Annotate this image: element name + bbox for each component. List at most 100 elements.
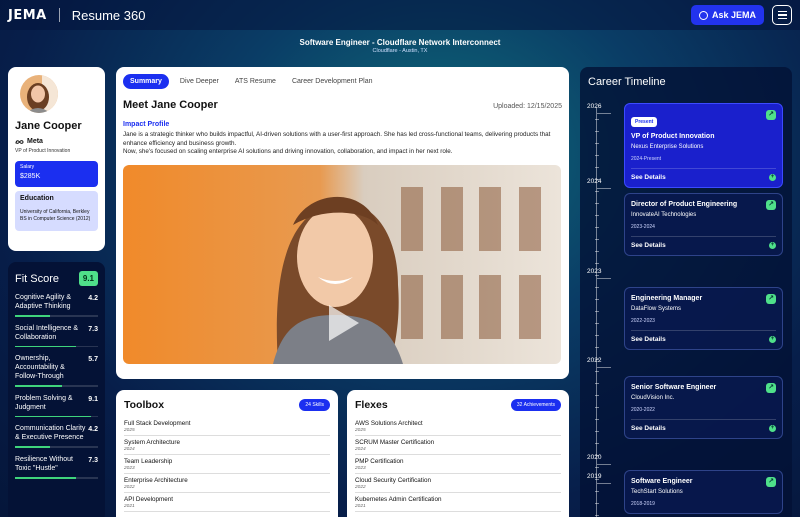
salary-label: Salary <box>20 164 35 170</box>
job-title: Software Engineer - Cloudflare Network I… <box>299 38 501 47</box>
skill-item: Enterprise Architecture 2022 <box>124 474 330 493</box>
education-box: Education University of California, Berk… <box>15 191 98 231</box>
fit-metric-bar <box>15 446 98 448</box>
achievement-item-name: PMP Certification <box>355 458 404 465</box>
timeline-card[interactable]: Present VP of Product Innovation Nexus Ent… <box>624 103 783 188</box>
timeline-tick <box>595 407 599 408</box>
timeline-card[interactable]: Software Engineer TechStart Solutions 2018… <box>624 470 783 514</box>
fit-metric-label: Social Intelligence & Collaboration <box>15 324 79 341</box>
achievement-item: SCRUM Master Certification 2024 <box>355 436 561 455</box>
arrow-up-right-icon[interactable]: ↗ <box>766 294 776 304</box>
present-badge: Present <box>631 117 658 127</box>
see-details-button[interactable]: See Details + <box>631 419 776 432</box>
arrow-up-right-icon[interactable]: ↗ <box>766 110 776 120</box>
company-name: Meta <box>27 138 43 145</box>
main-heading: Meet Jane Cooper <box>123 99 218 111</box>
timeline-tick <box>595 419 599 420</box>
timeline-tick <box>595 335 599 336</box>
see-details-label: See Details <box>631 425 666 432</box>
fit-metric-bar <box>15 415 98 418</box>
timeline-card-company: Nexus Enterprise Solutions <box>631 144 704 150</box>
fit-metric-label: Ownership, Accountability & Follow-Throu… <box>15 355 65 381</box>
intro-video[interactable] <box>123 164 561 364</box>
timeline-tick <box>595 203 599 204</box>
timeline-year: 2023 <box>587 268 612 279</box>
timeline-card-dates: 2023-2024 <box>631 224 655 230</box>
timeline-tick <box>595 131 599 132</box>
timeline-card[interactable]: Senior Software Engineer CloudVision Inc.… <box>624 376 783 439</box>
ask-jema-button[interactable]: Ask JEMA <box>690 5 764 25</box>
plus-icon: + <box>769 174 776 181</box>
achievements-count-badge[interactable]: 32 Achievements <box>510 399 561 411</box>
see-details-label: See Details <box>631 242 666 249</box>
tab-dive-deeper[interactable]: Dive Deeper <box>175 74 224 89</box>
see-details-label: See Details <box>631 336 666 343</box>
fit-score-badge: 9.1 <box>78 271 98 286</box>
timeline-card[interactable]: Engineering Manager DataFlow Systems 2022-… <box>624 287 783 350</box>
timeline-tick <box>595 239 599 240</box>
see-details-button[interactable]: See Details + <box>631 168 776 181</box>
fit-metric-label: Resilience Without Toxic "Hustle" <box>15 455 73 472</box>
see-details-button[interactable]: See Details + <box>631 330 776 343</box>
skills-count-badge[interactable]: 24 Skills <box>299 399 330 411</box>
uploaded-date: Uploaded: 12/15/2025 <box>493 103 562 110</box>
skill-item-year: 2025 <box>124 428 135 433</box>
timeline-tick <box>595 287 599 288</box>
arrow-up-right-icon[interactable]: ↗ <box>766 383 776 393</box>
impact-profile-text-2: Now, she's focused on scaling enterprise… <box>123 148 453 156</box>
ask-jema-label: Ask JEMA <box>711 10 756 20</box>
fit-metric-bar <box>15 315 98 317</box>
timeline-card-dates: 2022-2023 <box>631 318 655 324</box>
timeline-tick <box>595 479 599 480</box>
app-name: Resume 360 <box>71 7 146 23</box>
skill-item-year: 2023 <box>124 466 135 471</box>
timeline-card-dates: 2024-Present <box>631 156 662 162</box>
skill-item: Full Stack Development 2025 <box>124 417 330 436</box>
skill-item-name: System Architecture <box>124 439 180 446</box>
meta-logo-icon <box>15 139 24 144</box>
achievement-item-year: 2021 <box>355 504 366 509</box>
timeline-year: 2026 <box>587 103 612 114</box>
achievement-item: PMP Certification 2023 <box>355 455 561 474</box>
arrow-up-right-icon[interactable]: ↗ <box>766 200 776 210</box>
timeline-tick <box>595 251 599 252</box>
fit-metric-bar <box>15 385 98 387</box>
main-tabs: Summary Dive Deeper ATS Resume Career De… <box>123 74 562 89</box>
timeline-tick <box>595 119 599 120</box>
hamburger-menu-icon[interactable] <box>772 5 792 25</box>
header-divider <box>58 8 60 22</box>
skill-item: System Architecture 2024 <box>124 436 330 455</box>
fit-metric-label: Problem Solving & Judgment <box>15 394 73 411</box>
impact-profile-text: Jane is a strategic thinker who builds i… <box>123 131 551 147</box>
skill-item-year: 2022 <box>124 485 135 490</box>
timeline-tick <box>595 179 599 180</box>
timeline-tick <box>595 143 599 144</box>
timeline-card-title: Engineering Manager <box>631 295 703 302</box>
flexes-title: Flexes <box>355 399 388 411</box>
tab-ats-resume[interactable]: ATS Resume <box>230 74 281 89</box>
education-school: University of California, Berkley <box>20 209 90 215</box>
timeline-tick <box>595 371 599 372</box>
see-details-button[interactable]: See Details + <box>631 236 776 249</box>
achievement-item-name: AWS Solutions Architect <box>355 420 423 427</box>
achievement-item: Cloud Security Certification 2022 <box>355 474 561 493</box>
fit-metric: Resilience Without Toxic "Hustle" 7.3 <box>15 455 98 479</box>
timeline-card-dates: 2018-2019 <box>631 501 655 507</box>
timeline-card-company: TechStart Solutions <box>631 489 683 495</box>
fit-metric-value: 4.2 <box>88 295 98 302</box>
toolbox-title: Toolbox <box>124 399 165 411</box>
jema-logo[interactable]: JEMA <box>8 8 47 23</box>
timeline-tick <box>595 347 599 348</box>
timeline-tick <box>595 359 599 360</box>
timeline-card[interactable]: Director of Product Engineering InnovateA… <box>624 193 783 256</box>
tab-career-development-plan[interactable]: Career Development Plan <box>287 74 378 89</box>
timeline-tick <box>595 491 599 492</box>
skill-item: Team Leadership 2023 <box>124 455 330 474</box>
arrow-up-right-icon[interactable]: ↗ <box>766 477 776 487</box>
achievement-item-year: 2022 <box>355 485 366 490</box>
timeline-card-company: InnovateAI Technologies <box>631 212 697 218</box>
tab-summary[interactable]: Summary <box>123 74 169 89</box>
career-timeline-panel: Career Timeline 2026 2024 2023 2022 2020 2019… <box>580 67 792 517</box>
timeline-card-company: DataFlow Systems <box>631 306 682 312</box>
timeline-tick <box>595 311 599 312</box>
